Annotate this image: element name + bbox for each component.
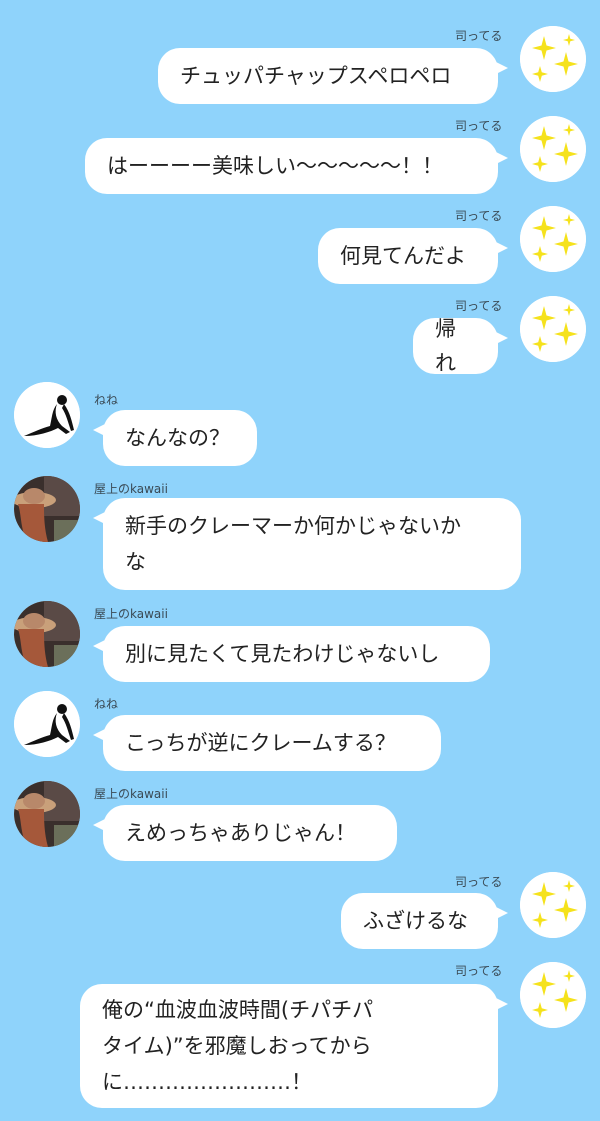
message-bubble[interactable]: 俺の“血波血波時間(チパチパ タイム)”を邪魔しおってから に……………………！: [80, 984, 508, 1108]
photo-girl-hat-icon[interactable]: [14, 476, 80, 542]
message-bubble[interactable]: なんなの？: [93, 410, 257, 466]
message-text: 新手のクレーマーか何かじゃないか な: [125, 514, 461, 574]
sparkle-stars-icon[interactable]: [520, 296, 586, 362]
silhouette-woman-icon[interactable]: [14, 691, 80, 757]
message-bubble[interactable]: 別に見たくて見たわけじゃないし: [93, 626, 490, 682]
sender-name: 屋上のkawaii: [94, 482, 168, 496]
sender-name: 司ってる: [455, 875, 503, 889]
sender-name: 司ってる: [455, 29, 503, 43]
sender-name: 司ってる: [455, 964, 503, 978]
message-text: ふざけるな: [363, 909, 468, 933]
sender-name: ねね: [94, 697, 119, 711]
photo-girl-hat-icon[interactable]: [14, 601, 80, 667]
message-bubble[interactable]: はーーーー美味しい〜〜〜〜〜！！: [85, 138, 508, 194]
message-text: 俺の“血波血波時間(チパチパ タイム)”を邪魔しおってから に……………………！: [102, 998, 374, 1094]
message-bubble[interactable]: 何見てんだよ: [318, 228, 508, 284]
sparkle-stars-icon[interactable]: [520, 206, 586, 272]
sender-name: 屋上のkawaii: [94, 607, 168, 621]
sparkle-stars-icon[interactable]: [520, 116, 586, 182]
message-text: こっちが逆にクレームする？: [125, 731, 396, 755]
message-bubble[interactable]: こっちが逆にクレームする？: [93, 715, 441, 771]
message-text: なんなの？: [125, 426, 230, 450]
sparkle-stars-icon[interactable]: [520, 962, 586, 1028]
sparkle-stars-icon[interactable]: [520, 872, 586, 938]
message-text: はーーーー美味しい〜〜〜〜〜！！: [107, 154, 443, 178]
message-text: えめっちゃありじゃん！: [125, 821, 356, 845]
message-text: 何見てんだよ: [340, 244, 466, 268]
photo-girl-hat-icon[interactable]: [14, 781, 80, 847]
message-text: 別に見たくて見たわけじゃないし: [125, 642, 440, 666]
message-bubble[interactable]: えめっちゃありじゃん！: [93, 805, 397, 861]
sender-name: 司ってる: [455, 209, 503, 223]
message-bubble[interactable]: ふざけるな: [341, 893, 508, 949]
sender-name: 司ってる: [455, 119, 503, 133]
sparkle-stars-icon[interactable]: [520, 26, 586, 92]
message-bubble[interactable]: チュッパチャップスペロペロ: [158, 48, 508, 104]
sender-name: ねね: [94, 393, 119, 407]
message-bubble[interactable]: 新手のクレーマーか何かじゃないか な: [93, 498, 521, 590]
message-bubble[interactable]: 帰れ: [413, 317, 508, 375]
silhouette-woman-icon[interactable]: [14, 382, 80, 448]
message-text: チュッパチャップスペロペロ: [180, 64, 452, 88]
sender-name: 屋上のkawaii: [94, 787, 168, 801]
message-text: 帰れ: [435, 317, 456, 375]
